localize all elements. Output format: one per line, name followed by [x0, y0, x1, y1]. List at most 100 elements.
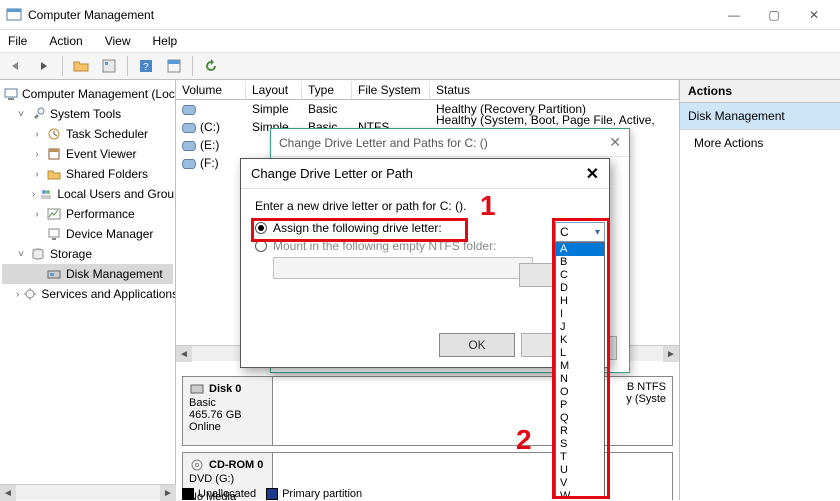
collapse-icon[interactable]: ˅	[16, 249, 26, 260]
menubar: File Action View Help	[0, 30, 840, 52]
disk-header: Disk 0 Basic 465.76 GB Online	[183, 377, 273, 445]
dropdown-option[interactable]: O	[556, 386, 604, 399]
tools-icon	[30, 106, 46, 122]
tree-local-users[interactable]: ›Local Users and Groups	[2, 184, 173, 204]
close-button[interactable]: ✕	[794, 1, 834, 29]
dropdown-option[interactable]: A	[556, 243, 604, 256]
dropdown-list[interactable]: ABCDHIJKLMNOPQRSTUVW	[555, 242, 605, 497]
tree-services[interactable]: ›Services and Applications	[2, 284, 173, 304]
dropdown-option[interactable]: Q	[556, 412, 604, 425]
dropdown-option[interactable]: S	[556, 438, 604, 451]
scroll-left-icon[interactable]: ◄	[0, 485, 16, 501]
event-icon	[46, 146, 62, 162]
dropdown-selected[interactable]: C ▾	[555, 222, 605, 242]
ok-button[interactable]: OK	[439, 333, 515, 357]
actions-pane: Actions Disk Management More Actions	[680, 80, 840, 500]
option-assign-letter[interactable]: Assign the following drive letter:	[255, 221, 595, 235]
dropdown-option[interactable]: W	[556, 490, 604, 497]
close-icon[interactable]: ✕	[609, 134, 621, 151]
forward-button[interactable]	[32, 55, 56, 77]
disk-icon	[189, 381, 205, 397]
services-icon	[23, 286, 37, 302]
scroll-left-icon[interactable]: ◄	[176, 346, 192, 362]
actions-section[interactable]: Disk Management	[680, 103, 840, 130]
tree-scrollbar[interactable]: ◄ ►	[0, 484, 176, 500]
dropdown-option[interactable]: B	[556, 256, 604, 269]
cd-icon	[189, 457, 205, 473]
clock-icon	[46, 126, 62, 142]
dropdown-option[interactable]: K	[556, 334, 604, 347]
dropdown-option[interactable]: H	[556, 295, 604, 308]
tree-disk-management[interactable]: Disk Management	[2, 264, 173, 284]
menu-help[interactable]: Help	[149, 32, 182, 50]
dropdown-option[interactable]: T	[556, 451, 604, 464]
properties-icon[interactable]	[97, 55, 121, 77]
tree-device-manager[interactable]: Device Manager	[2, 224, 173, 244]
actions-header: Actions	[680, 80, 840, 103]
dropdown-option[interactable]: D	[556, 282, 604, 295]
storage-icon	[30, 246, 46, 262]
col-type[interactable]: Type	[302, 81, 352, 99]
tree-task-scheduler[interactable]: ›Task Scheduler	[2, 124, 173, 144]
svg-text:?: ?	[143, 62, 149, 73]
dropdown-option[interactable]: N	[556, 373, 604, 386]
col-layout[interactable]: Layout	[246, 81, 302, 99]
annotation-1: 1	[480, 190, 496, 222]
col-filesystem[interactable]: File System	[352, 81, 430, 99]
tree-system-tools[interactable]: ˅ System Tools	[2, 104, 173, 124]
col-volume[interactable]: Volume	[176, 81, 246, 99]
partition-box[interactable]: B NTFS y (Syste	[273, 377, 672, 445]
folder-path-input	[273, 257, 533, 279]
view-icon[interactable]	[162, 55, 186, 77]
annotation-2: 2	[516, 424, 532, 456]
dropdown-option[interactable]: L	[556, 347, 604, 360]
back-button[interactable]	[4, 55, 28, 77]
help-icon[interactable]: ?	[134, 55, 158, 77]
nav-tree: Computer Management (Local ˅ System Tool…	[0, 80, 176, 500]
maximize-button[interactable]: ▢	[754, 1, 794, 29]
dropdown-option[interactable]: V	[556, 477, 604, 490]
close-icon[interactable]: ✕	[586, 164, 599, 184]
actions-more[interactable]: More Actions	[680, 130, 840, 156]
drive-icon	[182, 105, 196, 115]
menu-view[interactable]: View	[101, 32, 135, 50]
tree-shared-folders[interactable]: ›Shared Folders	[2, 164, 173, 184]
minimize-button[interactable]: —	[714, 1, 754, 29]
drive-icon	[182, 159, 196, 169]
scroll-right-icon[interactable]: ►	[663, 346, 679, 362]
folder-share-icon	[46, 166, 62, 182]
col-status[interactable]: Status	[430, 81, 679, 99]
disk-mgmt-icon	[46, 266, 62, 282]
titlebar: Computer Management — ▢ ✕	[0, 0, 840, 30]
menu-action[interactable]: Action	[45, 32, 86, 50]
radio-assign[interactable]	[255, 222, 267, 234]
dialog2-prompt: Enter a new drive letter or path for C: …	[255, 199, 595, 213]
dropdown-option[interactable]: P	[556, 399, 604, 412]
option-mount-folder[interactable]: Mount in the following empty NTFS folder…	[255, 239, 595, 253]
refresh-icon[interactable]	[199, 55, 223, 77]
tree-root-label: Computer Management (Local	[22, 87, 176, 101]
chevron-down-icon: ▾	[595, 227, 600, 238]
dialog1-title: Change Drive Letter and Paths for C: ()	[279, 136, 488, 150]
tree-system-tools-label: System Tools	[50, 107, 121, 121]
users-icon	[39, 186, 53, 202]
folder-icon[interactable]	[69, 55, 93, 77]
dialog2-title: Change Drive Letter or Path	[251, 166, 413, 181]
collapse-icon[interactable]: ˅	[16, 109, 26, 120]
tree-root[interactable]: Computer Management (Local	[2, 84, 173, 104]
tree-event-viewer[interactable]: ›Event Viewer	[2, 144, 173, 164]
scroll-right-icon[interactable]: ►	[160, 485, 176, 501]
tree-performance[interactable]: ›Performance	[2, 204, 173, 224]
dropdown-option[interactable]: C	[556, 269, 604, 282]
tree-storage[interactable]: ˅Storage	[2, 244, 173, 264]
dropdown-option[interactable]: J	[556, 321, 604, 334]
dropdown-option[interactable]: M	[556, 360, 604, 373]
dropdown-option[interactable]: I	[556, 308, 604, 321]
dropdown-option[interactable]: U	[556, 464, 604, 477]
dropdown-option[interactable]: R	[556, 425, 604, 438]
drive-letter-dropdown[interactable]: C ▾ ABCDHIJKLMNOPQRSTUVW	[555, 222, 605, 497]
legend: Unallocated Primary partition	[182, 488, 362, 500]
radio-mount[interactable]	[255, 240, 267, 252]
menu-file[interactable]: File	[4, 32, 31, 50]
computer-icon	[4, 86, 18, 102]
